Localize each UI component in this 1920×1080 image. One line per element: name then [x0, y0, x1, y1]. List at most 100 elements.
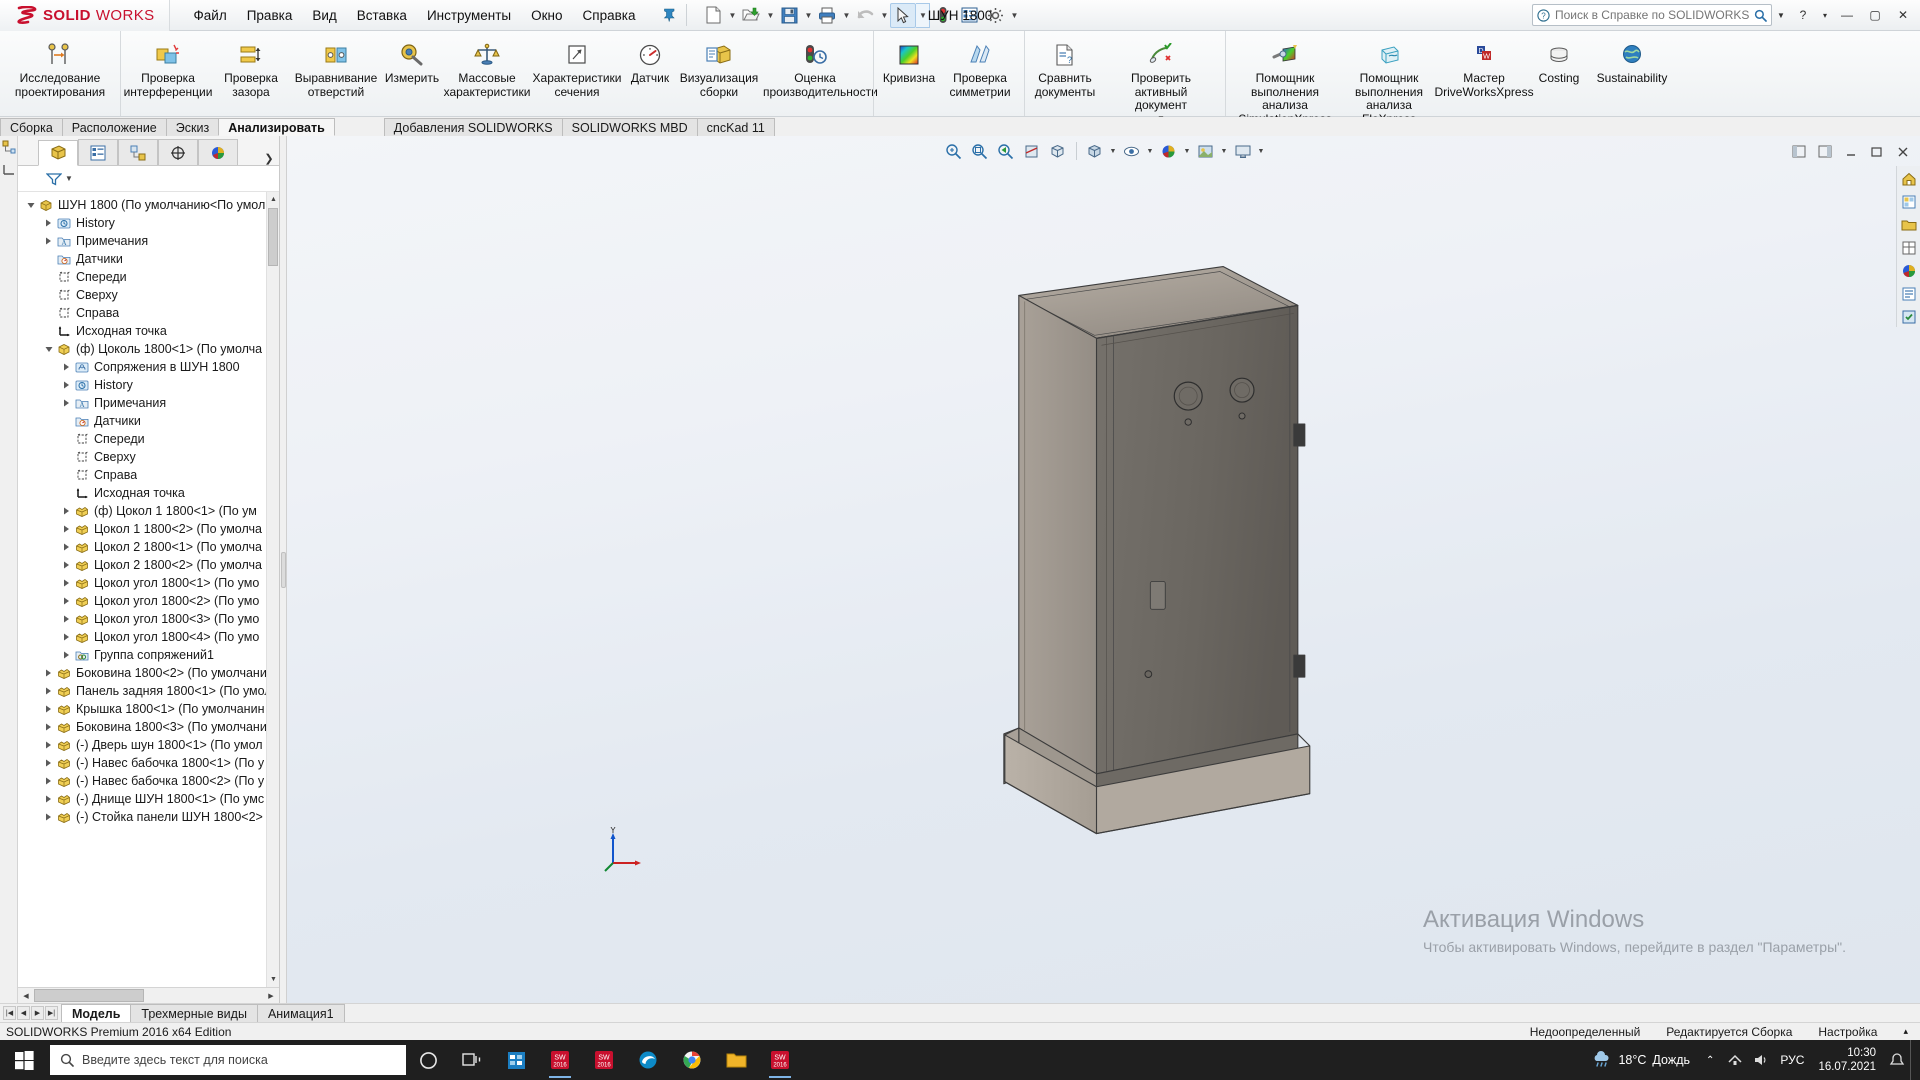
- ribbon-button-assembly-visualization[interactable]: Визуализация сборки: [677, 36, 761, 99]
- tree-node[interactable]: Исходная точка: [18, 322, 279, 340]
- tree-node[interactable]: Спереди: [18, 268, 279, 286]
- tree-expander-icon[interactable]: [42, 741, 55, 749]
- tree-scroll-down-icon[interactable]: ▼: [267, 972, 279, 987]
- tree-node[interactable]: Панель задняя 1800<1> (По умол: [18, 682, 279, 700]
- options-list-button[interactable]: [956, 3, 982, 28]
- chrome-app-button[interactable]: [670, 1040, 714, 1080]
- tree-node[interactable]: Справа: [18, 466, 279, 484]
- menu-item-insert[interactable]: Вставка: [347, 4, 417, 27]
- taskbar-clock[interactable]: 10:30 16.07.2021: [1810, 1046, 1884, 1074]
- ribbon-button-check-active-document[interactable]: Проверить активный документ ▼: [1101, 36, 1221, 123]
- tree-node[interactable]: (ф) Цокол 1 1800<1> (По ум: [18, 502, 279, 520]
- dock-custom-properties-button[interactable]: [1899, 284, 1919, 304]
- ribbon-button-performance-evaluation[interactable]: Оценка производительности: [761, 36, 878, 99]
- tree-hscroll-track[interactable]: [34, 988, 263, 1003]
- tree-expander-icon[interactable]: [60, 507, 73, 515]
- tree-expander-icon[interactable]: [42, 813, 55, 821]
- pin-icon[interactable]: [659, 5, 679, 25]
- cabinet-model[interactable]: [287, 136, 1920, 1003]
- dock-view-palette-button[interactable]: [1899, 238, 1919, 258]
- tab-sketch[interactable]: Эскиз: [165, 118, 220, 136]
- tab-nav-next-icon[interactable]: ▶: [31, 1006, 44, 1020]
- tree-expander-icon[interactable]: [60, 561, 73, 569]
- bottom-tab-3d-views[interactable]: Трехмерные виды: [130, 1004, 258, 1022]
- maximize-window-button[interactable]: ▢: [1862, 3, 1888, 27]
- ribbon-button-design-study[interactable]: Исследование проектирования: [4, 36, 116, 99]
- tree-node[interactable]: Цокол 2 1800<2> (По умолча: [18, 556, 279, 574]
- help-search-box[interactable]: ?: [1532, 4, 1772, 26]
- save-caret-icon[interactable]: ▼: [802, 3, 814, 28]
- search-input[interactable]: [1555, 8, 1749, 22]
- print-caret-icon[interactable]: ▼: [840, 3, 852, 28]
- ribbon-button-section-properties[interactable]: Характеристики сечения: [531, 36, 623, 99]
- tree-node[interactable]: (-) Дверь шун 1800<1> (По умол: [18, 736, 279, 754]
- ribbon-button-compare-documents[interactable]: ? Сравнить документы: [1029, 36, 1101, 99]
- status-settings-button[interactable]: Настройка: [1818, 1025, 1877, 1039]
- new-document-button[interactable]: [700, 3, 726, 28]
- ribbon-button-sensor[interactable]: Датчик: [623, 36, 677, 86]
- filter-caret-icon[interactable]: ▼: [65, 174, 73, 183]
- tree-expander-icon[interactable]: [60, 579, 73, 587]
- tab-property-manager[interactable]: [78, 139, 118, 165]
- tree-expander-icon[interactable]: [42, 795, 55, 803]
- dock-pdm-button[interactable]: [1899, 307, 1919, 327]
- ribbon-button-floxpress-wizard[interactable]: Помощник выполнения анализа FloXpress: [1340, 36, 1438, 126]
- new-document-caret-icon[interactable]: ▼: [726, 3, 738, 28]
- tree-node[interactable]: Датчики: [18, 250, 279, 268]
- settings-gear-button[interactable]: [982, 3, 1008, 28]
- ribbon-button-simulationxpress-wizard[interactable]: Помощник выполнения анализа SimulationXp…: [1230, 36, 1340, 126]
- minimize-window-button[interactable]: —: [1834, 3, 1860, 27]
- tab-solidworks-mbd[interactable]: SOLIDWORKS MBD: [561, 118, 698, 136]
- dock-file-explorer-button[interactable]: [1899, 215, 1919, 235]
- status-settings-caret-icon[interactable]: ▴: [1903, 1026, 1908, 1037]
- tab-feature-manager[interactable]: [38, 140, 78, 166]
- tab-dimxpert-manager[interactable]: [158, 139, 198, 165]
- tree-node[interactable]: A Примечания: [18, 394, 279, 412]
- ribbon-button-costing[interactable]: Costing: [1530, 36, 1588, 86]
- edge-app-button[interactable]: [626, 1040, 670, 1080]
- feature-tree[interactable]: ШУН 1800 (По умолчанию<По умол History A Пр…: [18, 192, 279, 987]
- select-tool-caret-icon[interactable]: ▼: [916, 2, 931, 28]
- feature-tree-vertical-scrollbar[interactable]: ▲ ▼: [266, 192, 279, 987]
- tree-expander-icon[interactable]: [42, 723, 55, 731]
- tree-node[interactable]: Крышка 1800<1> (По умолчанин: [18, 700, 279, 718]
- tree-expander-icon[interactable]: [42, 759, 55, 767]
- help-caret-icon[interactable]: ▾: [1818, 3, 1832, 27]
- ribbon-button-curvature[interactable]: Кривизна: [878, 36, 940, 86]
- tree-node[interactable]: ШУН 1800 (По умолчанию<По умол: [18, 196, 279, 214]
- search-dropdown-caret-icon[interactable]: ▼: [1774, 3, 1788, 27]
- tray-volume-button[interactable]: [1748, 1040, 1774, 1080]
- tree-expander-icon[interactable]: [42, 687, 55, 695]
- help-button[interactable]: ?: [1790, 3, 1816, 27]
- folder-app-button[interactable]: [714, 1040, 758, 1080]
- feature-manager-more-icon[interactable]: ❯: [259, 152, 279, 165]
- tree-expander-icon[interactable]: [60, 399, 73, 407]
- tree-node[interactable]: Датчики: [18, 412, 279, 430]
- explorer-app-button[interactable]: [494, 1040, 538, 1080]
- ribbon-button-mass-properties[interactable]: Массовые характеристики: [443, 36, 531, 99]
- menu-item-tools[interactable]: Инструменты: [417, 4, 521, 27]
- notification-center-button[interactable]: [1884, 1040, 1910, 1080]
- tree-expander-icon[interactable]: [24, 202, 37, 209]
- tree-node[interactable]: Группа сопряжений1: [18, 646, 279, 664]
- tab-layout[interactable]: Расположение: [61, 118, 167, 136]
- tree-node[interactable]: Цокол угол 1800<1> (По умо: [18, 574, 279, 592]
- close-window-button[interactable]: ✕: [1890, 3, 1916, 27]
- settings-caret-icon[interactable]: ▼: [1008, 3, 1020, 28]
- ribbon-button-interference-detection[interactable]: Проверка интерференции: [124, 36, 212, 99]
- ribbon-button-sustainability[interactable]: Sustainability: [1588, 36, 1676, 86]
- ribbon-button-hole-alignment[interactable]: Выравнивание отверстий: [291, 36, 381, 99]
- dock-appearances-button[interactable]: [1899, 261, 1919, 281]
- tree-expander-icon[interactable]: [60, 615, 73, 623]
- tree-scrollbar-thumb[interactable]: [268, 208, 278, 266]
- tree-expander-icon[interactable]: [42, 705, 55, 713]
- open-document-button[interactable]: [738, 3, 764, 28]
- menu-item-file[interactable]: Файл: [184, 4, 237, 27]
- show-desktop-button[interactable]: [1910, 1040, 1918, 1080]
- tab-evaluate[interactable]: Анализировать: [218, 118, 335, 136]
- tree-node[interactable]: (-) Днище ШУН 1800<1> (По умс: [18, 790, 279, 808]
- task-view-button[interactable]: [450, 1040, 494, 1080]
- windows-start-button[interactable]: [0, 1040, 48, 1080]
- tree-scroll-up-icon[interactable]: ▲: [267, 192, 279, 207]
- tree-expander-icon[interactable]: [42, 777, 55, 785]
